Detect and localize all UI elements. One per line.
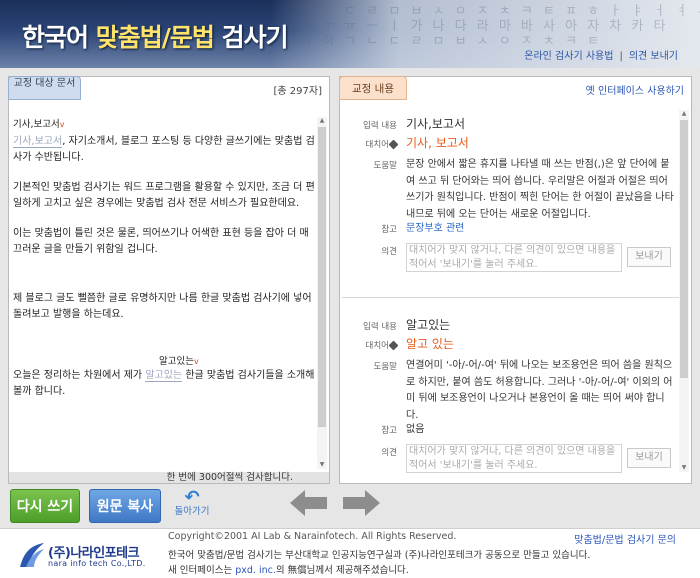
paragraph-2: 기본적인 맞춤법 검사기는 워드 프로그램을 활용할 수 있지만, 조금 더 편… <box>13 181 315 210</box>
previous-arrow-icon[interactable] <box>290 490 328 516</box>
suggestion-overlay-2: 알고있는v <box>13 356 316 368</box>
opinion-label: 의견 <box>381 247 397 257</box>
tab-corrections[interactable]: 교정 내용 <box>339 76 407 100</box>
title-highlight: 맞춤법/문법 <box>95 23 215 52</box>
inquiry-link[interactable]: 맞춤법/문법 검사기 문의 <box>574 531 676 546</box>
input-label: 입력 내용 <box>363 322 397 332</box>
input-word: 기사,보고서 <box>406 117 466 131</box>
paragraph-4: 제 블로그 글도 뻘쯤한 글로 유명하지만 나름 한글 맞춤법 검사기에 넣어 … <box>13 292 312 321</box>
interface-credit: 새 인터페이스는 pxd. inc.의 無償님께서 제공해주셨습니다. <box>168 562 409 576</box>
input-label: 입력 내용 <box>363 121 397 131</box>
header-pattern: ㄱ ㄴ ㄷ ㄹ ㅁ ㅂ ㅅ ㅇ ㅈ ㅊ ㅋ ㅌ ㅍ ㅎ ㅏ ㅑ ㅓ ㅕ ㅗㅛ ㅜ… <box>300 4 700 49</box>
suggestion-word-2: 알고있는 <box>159 355 194 367</box>
reference-label: 참고 <box>381 426 397 436</box>
error-word-1[interactable]: 기사,보고서 <box>13 135 63 148</box>
tab-source-document[interactable]: 교정 대상 문서 <box>8 76 81 100</box>
correction-panel: 교정 내용 옛 인터페이스 사용하기 입력 내용 기사,보고서 대치어 기사, … <box>339 76 692 484</box>
paragraph-5: 오늘은 정리하는 차원에서 제가 알고있는 한글 맞춤법 검사기들을 소개해 볼… <box>13 368 316 401</box>
title-prefix: 한국어 <box>22 23 96 52</box>
credit-text: 한국어 맞춤법/문법 검사기는 부산대학교 인공지능연구실과 (주)나라인포테크… <box>168 550 591 561</box>
feedback-link[interactable]: 의견 보내기 <box>629 51 678 62</box>
opinion-label: 의견 <box>381 448 397 458</box>
reference-link[interactable]: 문장부호 관련 <box>406 221 676 237</box>
source-text[interactable]: 기사,보고서v 기사,보고서, 자기소개서, 블로그 포스팅 등 다양한 글쓰기… <box>13 117 316 473</box>
pxd-link[interactable]: pxd. inc. <box>235 565 276 576</box>
opinion-input[interactable]: 대치어가 맞지 않거나, 다른 의견이 있으면 내용을 적어서 '보내기'를 눌… <box>406 243 622 272</box>
pencil-icon[interactable] <box>388 340 399 351</box>
paragraph-3: 이는 맞춤법이 틀린 것은 물론, 띄어쓰기나 어색한 표현 등을 잡아 더 매… <box>13 227 309 256</box>
back-label: 돌아가기 <box>174 506 210 517</box>
back-arrow-icon: ↶ <box>184 487 200 508</box>
error-word-2[interactable]: 알고있는 <box>145 369 183 382</box>
replace-label-text: 대치어 <box>365 140 389 150</box>
header-banner: ㄱ ㄴ ㄷ ㄹ ㅁ ㅂ ㅅ ㅇ ㅈ ㅊ ㅋ ㅌ ㅍ ㅎ ㅏ ㅑ ㅓ ㅕ ㅗㅛ ㅜ… <box>0 0 700 68</box>
rewrite-button[interactable]: 다시 쓰기 <box>10 489 80 523</box>
copy-source-button[interactable]: 원문 복사 <box>89 489 161 523</box>
replacement-word[interactable]: 알고 있는 <box>406 336 676 352</box>
entry-divider <box>342 297 681 298</box>
company-logo: (주)나라인포테크 nara info tech Co.,LTD. <box>18 539 158 571</box>
reference-text: 없음 <box>406 424 425 435</box>
title-suffix: 검사기 <box>213 23 289 52</box>
old-interface-link[interactable]: 옛 인터페이스 사용하기 <box>586 82 684 97</box>
next-arrow-icon[interactable] <box>342 490 380 516</box>
scroll-down-icon[interactable]: ▼ <box>317 461 327 469</box>
source-document-panel: 교정 대상 문서 [총 297자] 기사,보고서v 기사,보고서, 자기소개서,… <box>8 76 330 484</box>
input-word: 알고있는 <box>406 318 451 332</box>
send-button[interactable]: 보내기 <box>627 247 671 267</box>
replace-label-text: 대치어 <box>365 341 389 351</box>
replacement-word[interactable]: 기사, 보고서 <box>406 135 676 151</box>
caret-icon: v <box>59 120 65 129</box>
scroll-down-icon[interactable]: ▼ <box>679 464 689 472</box>
scroll-up-icon[interactable]: ▲ <box>317 117 327 125</box>
usage-link[interactable]: 온라인 검사기 사용법 <box>524 51 613 62</box>
page-title: 한국어 맞춤법/문법 검사기 <box>22 18 289 54</box>
logo-english: nara info tech Co.,LTD. <box>48 559 146 568</box>
back-button[interactable]: ↶ 돌아가기 <box>168 489 216 521</box>
scroll-thumb[interactable] <box>318 127 326 427</box>
logo-mark-icon <box>20 543 44 567</box>
replace-label: 대치어 <box>340 138 399 150</box>
pencil-icon[interactable] <box>388 139 399 150</box>
scroll-thumb[interactable] <box>680 120 688 378</box>
link-separator: | <box>619 51 623 62</box>
char-count: [총 297자] <box>273 86 322 97</box>
page-footer: (주)나라인포테크 nara info tech Co.,LTD. Copyri… <box>0 528 700 578</box>
suggestion-overlay-1: 기사,보고서v <box>13 117 316 134</box>
paragraph-1: 기사,보고서, 자기소개서, 블로그 포스팅 등 다양한 글쓰기에는 맞춤법 검… <box>13 134 316 167</box>
paragraph-5-pre: 오늘은 정리하는 차원에서 제가 <box>13 369 146 381</box>
top-links: 온라인 검사기 사용법 | 의견 보내기 <box>524 47 678 62</box>
right-scrollbar[interactable]: ▲ ▼ <box>679 110 689 472</box>
help-text: 문장 안에서 짧은 휴지를 나타낼 때 쓰는 반점(,)은 앞 단어에 붙여 쓰… <box>406 159 674 220</box>
suggestion-word-1: 기사,보고서 <box>13 119 60 130</box>
left-scrollbar[interactable]: ▲ ▼ <box>317 117 327 469</box>
opinion-input[interactable]: 대치어가 맞지 않거나, 다른 의견이 있으면 내용을 적어서 '보내기'를 눌… <box>406 444 622 473</box>
help-label: 도움말 <box>373 161 397 171</box>
help-text: 연결어미 '-아/-어/-여' 뒤에 나오는 보조용언은 띄어 씀을 원칙으로 … <box>406 360 673 421</box>
scroll-up-icon[interactable]: ▲ <box>679 110 689 118</box>
copyright-text: Copyright©2001 AI Lab & Narainfotech. Al… <box>168 531 457 542</box>
reference-label: 참고 <box>381 225 397 235</box>
word-limit-note: 한 번에 300어절씩 검사합니다. <box>9 472 329 483</box>
credit-post: 의 無償님께서 제공해주셨습니다. <box>275 565 409 576</box>
help-label: 도움말 <box>373 362 397 372</box>
replace-label: 대치어 <box>340 339 399 351</box>
credit-pre: 새 인터페이스는 <box>168 565 236 576</box>
send-button[interactable]: 보내기 <box>627 448 671 468</box>
caret-icon: v <box>193 356 199 366</box>
